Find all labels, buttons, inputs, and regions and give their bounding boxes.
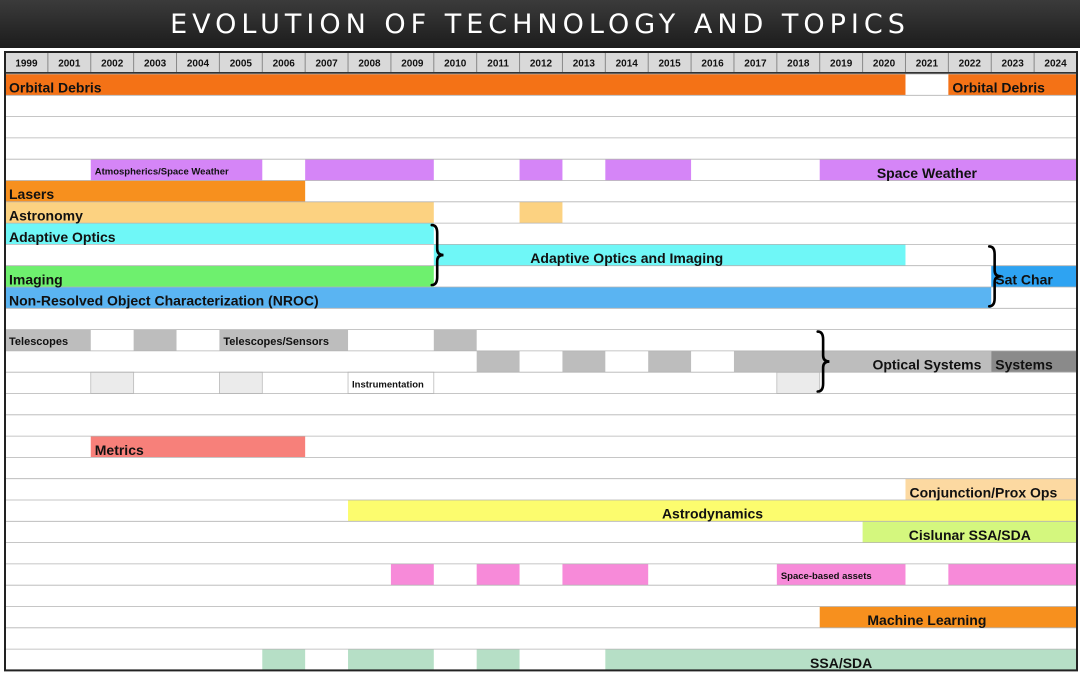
bar-label: Cislunar SSA/SDA [909, 527, 1031, 543]
timeline-bar [476, 563, 520, 586]
year-tick-label: 2010 [444, 59, 467, 70]
year-tick-label: 2020 [873, 59, 896, 70]
bar-label: Optical Systems [872, 357, 981, 373]
year-tick-label: 2021 [916, 59, 939, 70]
timeline-bar [648, 350, 692, 373]
year-tick-label: 1999 [15, 59, 38, 70]
timeline-bar [262, 649, 306, 671]
bar-label: Orbital Debris [9, 80, 102, 96]
bar-label: Conjunction/Prox Ops [909, 484, 1057, 500]
year-tick-label: 2011 [487, 59, 509, 70]
year-tick-label: 2023 [1002, 59, 1025, 70]
timeline-bar [476, 649, 520, 671]
bar-label: Atmospherics/Space Weather [95, 166, 229, 177]
bar-label: Adaptive Optics [9, 229, 116, 245]
year-tick-label: 2001 [58, 59, 81, 70]
timeline-bar [390, 563, 434, 586]
bar-label: Metrics [95, 442, 144, 458]
timeline-bar [476, 350, 520, 373]
year-tick-label: 2019 [830, 59, 853, 70]
year-tick-label: 2012 [530, 59, 553, 70]
year-tick-label: 2016 [701, 59, 724, 70]
year-tick-label: 2022 [959, 59, 982, 70]
bar-label: Space-based assets [781, 571, 872, 582]
bar-label: Space Weather [877, 165, 978, 181]
timeline-bar [348, 649, 434, 671]
year-tick-label: 2009 [401, 59, 424, 70]
bar-label: Astronomy [9, 207, 83, 223]
bar-label: Adaptive Optics and Imaging [530, 250, 723, 266]
bar-label: Lasers [9, 186, 54, 202]
year-tick-label: 2007 [315, 59, 338, 70]
bar-label: Machine Learning [867, 612, 986, 628]
year-tick-label: 2003 [144, 59, 167, 70]
timeline-bar [218, 371, 263, 394]
title-banner: EVOLUTION OF TECHNOLOGY AND TOPICS [0, 0, 1080, 48]
timeline-bar [776, 371, 821, 394]
year-tick-label: 2002 [101, 59, 124, 70]
page-title: EVOLUTION OF TECHNOLOGY AND TOPICS [170, 9, 910, 40]
year-tick-label: 2024 [1044, 59, 1067, 70]
timeline-bar [5, 265, 434, 287]
bar-label: Telescopes [9, 336, 68, 348]
year-tick-label: 2008 [358, 59, 381, 70]
year-tick-label: 2013 [573, 59, 596, 70]
year-tick-label: 2017 [744, 59, 767, 70]
timeline-bar [948, 563, 1077, 586]
year-tick-label: 2015 [659, 59, 682, 70]
timeline-bar [5, 74, 906, 96]
timeline-bar [562, 563, 649, 586]
year-tick-label: 2018 [787, 59, 810, 70]
timeline-bar [605, 159, 692, 181]
timeline-bar [90, 371, 135, 394]
bar-label: Instrumentation [352, 379, 424, 390]
bar-label: Orbital Debris [952, 80, 1045, 96]
bar-label: Imaging [9, 271, 63, 287]
bar-label: Non-Resolved Object Characterization (NR… [9, 293, 319, 309]
timeline-bar [133, 329, 177, 351]
timeline-bar [519, 159, 563, 181]
bar-label: Telescopes/Sensors [223, 336, 329, 348]
year-tick-label: 2014 [616, 59, 639, 70]
year-tick-label: 2004 [187, 59, 210, 70]
timeline-bar [562, 350, 606, 373]
bar-label: Astrodynamics [662, 506, 763, 522]
timeline-chart: 1999 2001 2002 2003 2004 2005 2006 2007 2008 2009… [4, 51, 1078, 672]
bar-label: SSA/SDA [810, 655, 872, 671]
timeline-bar [305, 159, 434, 181]
timeline-bar [519, 201, 563, 224]
bar-label: Sat Char [995, 271, 1053, 287]
year-tick-label: 2006 [273, 59, 296, 70]
year-tick-label: 2005 [230, 59, 253, 70]
bar-label: Systems [995, 357, 1053, 373]
timeline-bar [433, 329, 477, 351]
